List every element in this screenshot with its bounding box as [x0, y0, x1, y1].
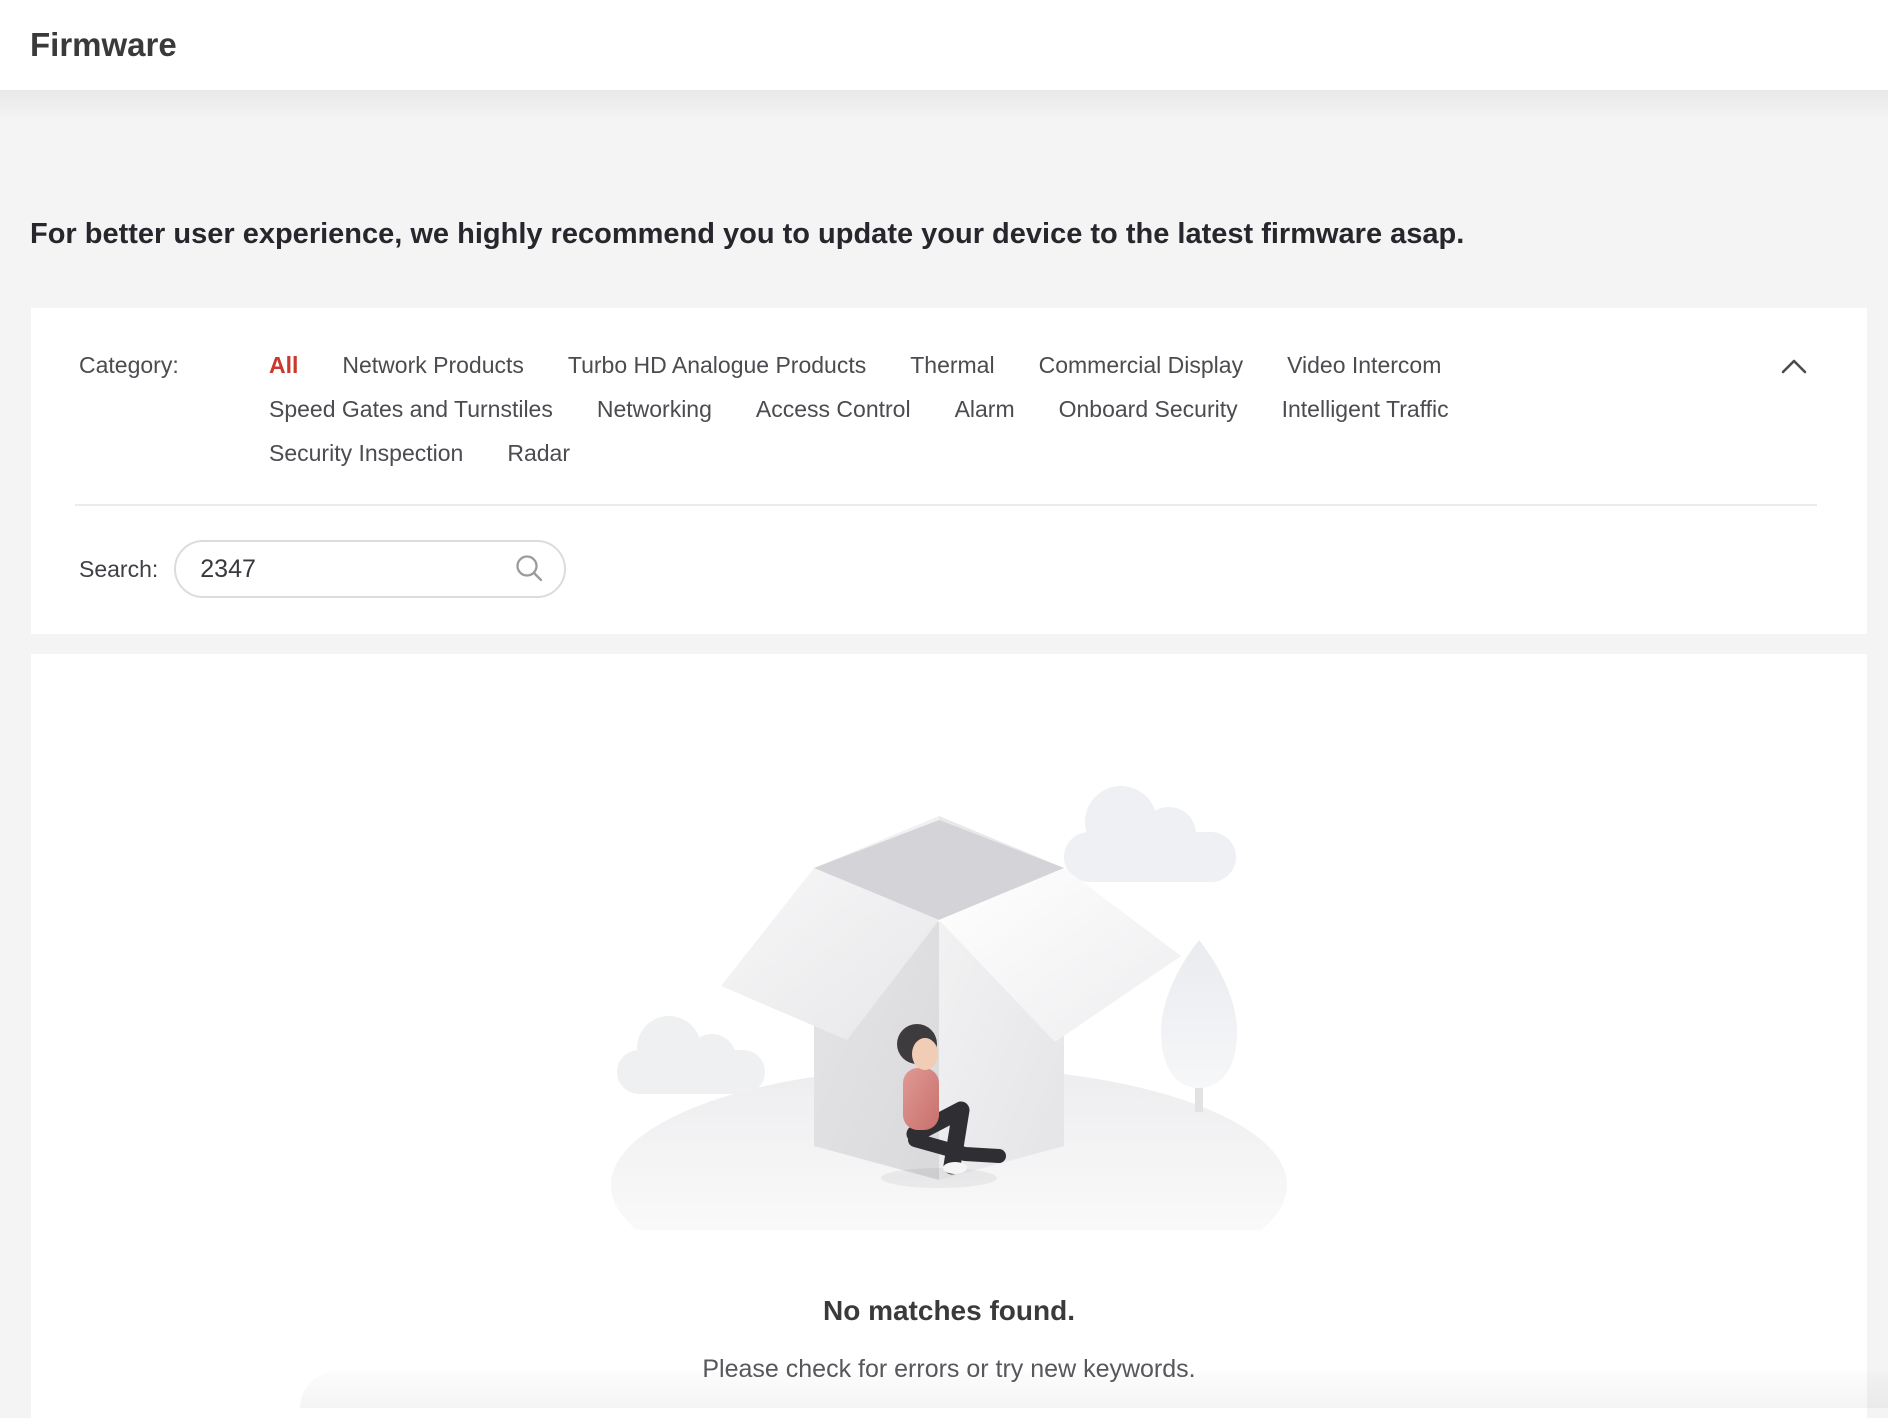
- category-item-security-inspection[interactable]: Security Inspection: [269, 438, 463, 468]
- empty-state-title: No matches found.: [823, 1295, 1075, 1327]
- cloud-right-icon: [1064, 786, 1236, 882]
- category-item-access-control[interactable]: Access Control: [756, 394, 911, 424]
- filter-card: Category: All Network Products Turbo HD An…: [31, 308, 1867, 634]
- category-item-network-products[interactable]: Network Products: [342, 350, 524, 380]
- category-item-speed-gates-and-turnstiles[interactable]: Speed Gates and Turnstiles: [269, 394, 553, 424]
- category-row: Category: All Network Products Turbo HD An…: [79, 350, 1819, 468]
- search-input[interactable]: [200, 555, 512, 584]
- category-item-networking[interactable]: Networking: [597, 394, 712, 424]
- category-item-all[interactable]: All: [269, 350, 298, 380]
- tree-icon: [1161, 940, 1237, 1112]
- firmware-page: { "header": { "title": "Firmware" }, "no…: [0, 0, 1888, 1408]
- search-icon: [513, 552, 545, 587]
- category-item-radar[interactable]: Radar: [507, 438, 570, 468]
- search-row: Search:: [79, 540, 1819, 598]
- collapse-filter-button[interactable]: [1779, 356, 1809, 378]
- header-shadow: [0, 90, 1888, 120]
- empty-state-subtitle: Please check for errors or try new keywo…: [702, 1355, 1195, 1384]
- page-title: Firmware: [30, 26, 177, 64]
- empty-box-illustration: [599, 710, 1299, 1235]
- category-item-thermal[interactable]: Thermal: [910, 350, 994, 380]
- category-item-commercial-display[interactable]: Commercial Display: [1039, 350, 1243, 380]
- page-header: Firmware: [0, 0, 1888, 90]
- firmware-update-notice: For better user experience, we highly re…: [30, 216, 1858, 252]
- cloud-left-icon: [617, 1016, 765, 1094]
- search-field: [174, 540, 566, 598]
- chevron-up-icon: [1780, 357, 1808, 378]
- category-item-video-intercom[interactable]: Video Intercom: [1287, 350, 1441, 380]
- category-item-intelligent-traffic[interactable]: Intelligent Traffic: [1282, 394, 1449, 424]
- filter-divider: [75, 504, 1817, 506]
- category-item-alarm[interactable]: Alarm: [955, 394, 1015, 424]
- category-list: All Network Products Turbo HD Analogue Pro…: [269, 350, 1589, 468]
- category-item-turbo-hd-analogue-products[interactable]: Turbo HD Analogue Products: [568, 350, 866, 380]
- category-label: Category:: [79, 350, 269, 380]
- results-card: No matches found. Please check for error…: [31, 654, 1867, 1418]
- search-label: Search:: [79, 556, 158, 583]
- category-item-onboard-security[interactable]: Onboard Security: [1059, 394, 1238, 424]
- search-button[interactable]: [512, 552, 546, 586]
